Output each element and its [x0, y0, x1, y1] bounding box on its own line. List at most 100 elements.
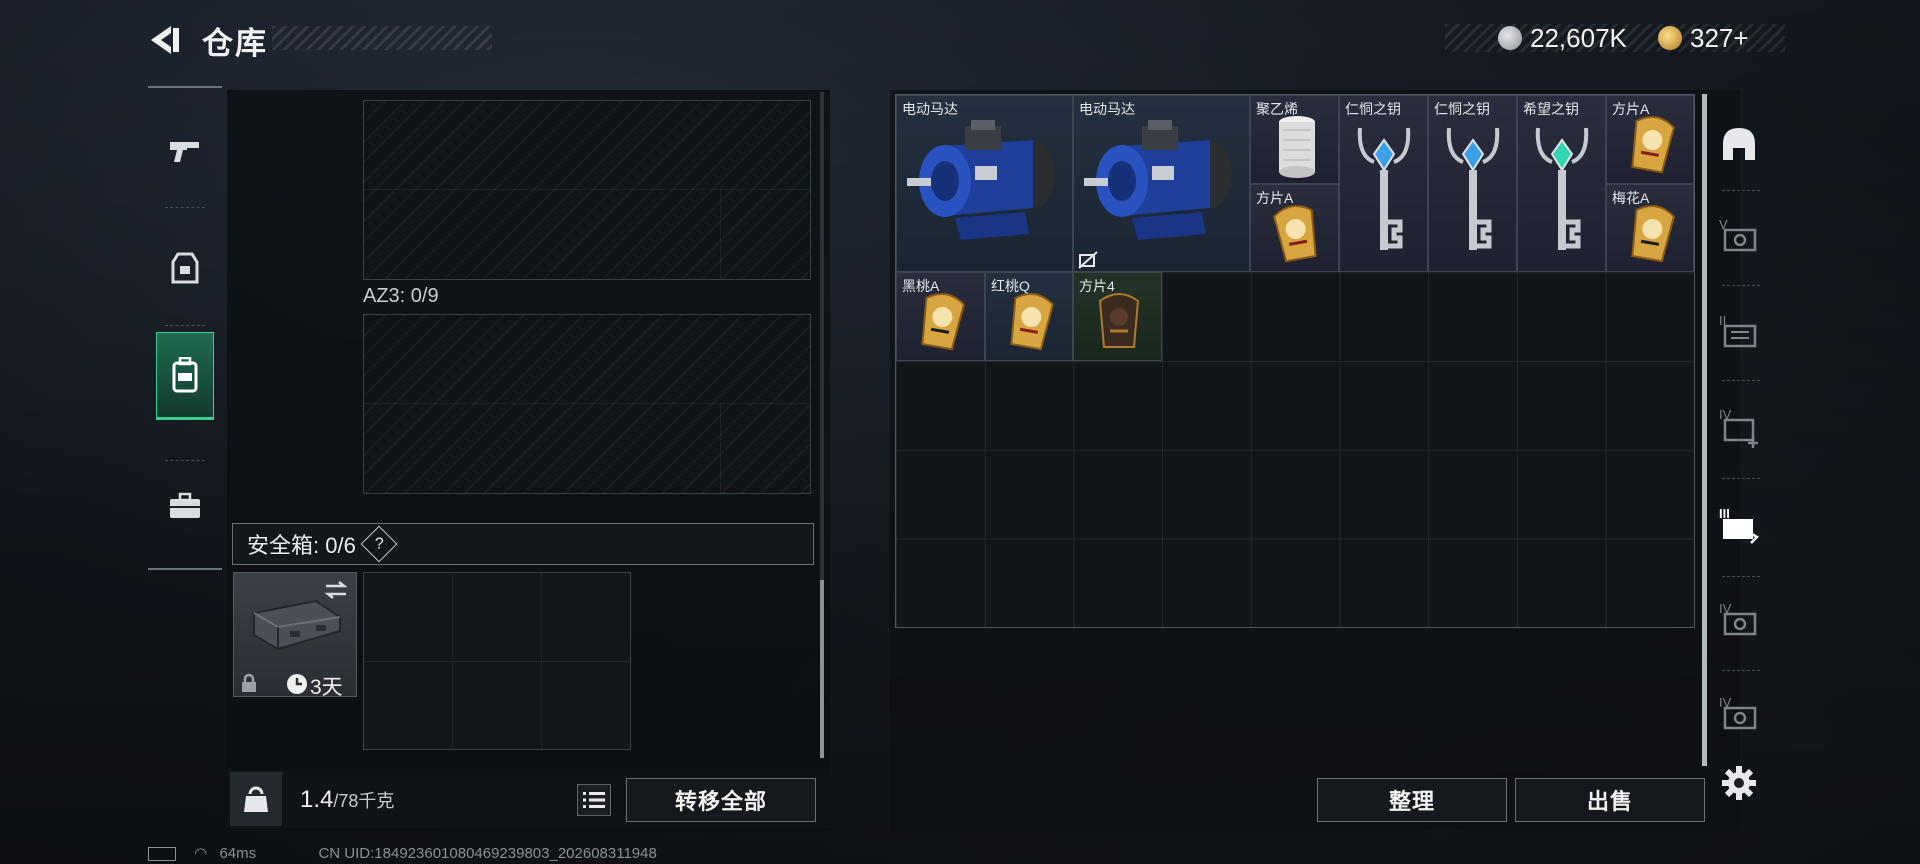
card-icon	[921, 292, 965, 351]
stash-item-polyethylene[interactable]: 聚乙烯	[1250, 95, 1339, 184]
weight-readout: 1.4/78千克	[300, 786, 394, 814]
ornate-key-icon	[1535, 127, 1589, 250]
status-bar: ◠ 64ms CN UID:18492360108046923980​3_202…	[148, 844, 657, 862]
right-scrollbar-thumb[interactable]	[1702, 94, 1707, 766]
list-icon	[583, 792, 605, 808]
ornate-key-icon	[1446, 127, 1500, 250]
card-icon	[1631, 204, 1675, 263]
stash-tab-iv[interactable]: IV	[1715, 592, 1763, 648]
rail-divider	[1722, 190, 1760, 191]
polyethylene-roll-icon	[1279, 116, 1315, 178]
tab-armor[interactable]	[156, 225, 214, 313]
stash-item-card[interactable]: 方片A	[1606, 95, 1694, 184]
list-view-button[interactable]	[577, 784, 611, 816]
stash-tab-iv-add[interactable]: IV	[1715, 400, 1763, 456]
safe-case-icon	[253, 599, 341, 651]
sort-button[interactable]: 整理	[1317, 778, 1507, 822]
electric-motor-icon	[907, 120, 1055, 240]
safe-box-grid[interactable]	[363, 572, 631, 750]
rail-divider	[1722, 576, 1760, 577]
safe-box-header: 安全箱: 0/6 ?	[232, 523, 814, 565]
card-icon	[1098, 293, 1140, 348]
card-icon	[1631, 115, 1675, 174]
stash-iv-icon: IV	[1719, 695, 1757, 730]
page-title: 仓库	[202, 26, 268, 61]
gun-icon	[170, 142, 199, 162]
item-name: 仁恫之钥	[1434, 101, 1490, 117]
container-grid-upper[interactable]	[363, 100, 811, 280]
rail-divider	[165, 325, 205, 326]
item-name: 仁恫之钥	[1345, 101, 1401, 117]
briefcase-icon	[170, 492, 200, 518]
weight-icon-box	[230, 772, 282, 826]
no-trade-icon	[1078, 251, 1098, 269]
battery-icon	[148, 847, 176, 862]
gear-icon	[1722, 766, 1756, 800]
stash-item-key[interactable]: 仁恫之钥	[1428, 95, 1517, 272]
rail-divider	[1722, 670, 1760, 671]
stash-tab-iv[interactable]: IV	[1715, 686, 1763, 742]
electric-motor-icon	[1084, 120, 1232, 240]
uid-text: CN UID:18492360108046923980​3_2026083119…	[318, 845, 657, 862]
rail-divider	[1722, 380, 1760, 381]
card-icon	[1010, 292, 1054, 351]
settings-button[interactable]	[1715, 755, 1763, 811]
stash-tab-helmet[interactable]	[1715, 116, 1763, 172]
safe-box-timer: 3天	[310, 676, 343, 699]
safe-box-label: 安全箱: 0/6	[247, 533, 356, 558]
question-mark-icon: ?	[374, 535, 384, 552]
tab-briefcase[interactable]	[156, 462, 214, 550]
rail-divider	[1722, 478, 1760, 479]
rail-divider	[1722, 285, 1760, 286]
help-button[interactable]: ?	[360, 525, 398, 563]
stash-item-card[interactable]: 梅花A	[1606, 184, 1694, 272]
container-grid-az3[interactable]	[363, 314, 811, 494]
lock-icon	[242, 673, 256, 692]
wifi-icon: ◠	[194, 845, 208, 862]
stash-iv-icon: IV	[1719, 601, 1757, 636]
stash-item-card[interactable]: 方片4	[1073, 272, 1162, 361]
clock-icon	[287, 674, 307, 694]
ping-value: 64ms	[219, 845, 257, 862]
backpack-icon	[172, 357, 198, 393]
stash-ii-icon: II	[1719, 313, 1757, 348]
az3-capacity-label: AZ3: 0/9	[363, 285, 439, 307]
stash-tab-ii[interactable]: II	[1715, 304, 1763, 360]
stash-tab-iii[interactable]: III	[1715, 497, 1763, 553]
rail-divider	[165, 460, 205, 461]
left-scrollbar-thumb[interactable]	[820, 580, 824, 758]
stash-item-key[interactable]: 希望之钥	[1517, 95, 1606, 272]
sell-button[interactable]: 出售	[1515, 778, 1705, 822]
stash-item-motor[interactable]: 电动马达	[896, 95, 1073, 272]
stash-iv-add-icon: IV	[1719, 407, 1758, 448]
gold-coin-icon	[1658, 26, 1682, 50]
stash-item-card[interactable]: 方片A	[1250, 184, 1339, 272]
tab-backpack[interactable]	[156, 332, 214, 420]
transfer-all-button[interactable]: 转移全部	[626, 778, 816, 822]
weight-max: /78千克	[333, 791, 395, 811]
silver-currency-value: 22,607K	[1530, 23, 1627, 53]
back-button[interactable]	[145, 22, 185, 58]
back-arrow-icon	[151, 26, 179, 54]
stash-tab-v[interactable]: V	[1715, 208, 1763, 264]
silver-coin-icon	[1498, 26, 1522, 50]
swap-arrows-icon[interactable]	[322, 579, 350, 601]
rail-divider	[165, 207, 205, 208]
kettlebell-icon	[244, 786, 268, 812]
stash-item-card[interactable]: 黑桃A	[896, 272, 985, 361]
stash-iii-icon: III	[1719, 506, 1760, 544]
stash-item-card[interactable]: 红桃Q	[985, 272, 1073, 361]
armor-vest-icon	[171, 252, 199, 284]
card-icon	[1273, 204, 1317, 263]
stash-tier-label: III	[1719, 506, 1730, 521]
safe-box-slot[interactable]: 3天	[233, 572, 357, 699]
helmet-icon	[1723, 128, 1755, 160]
item-name: 希望之钥	[1523, 101, 1579, 117]
weight-current: 1.4	[300, 786, 334, 813]
stash-v-icon: V	[1719, 217, 1757, 252]
tab-weapons[interactable]	[156, 107, 214, 195]
stash-item-key[interactable]: 仁恫之钥	[1339, 95, 1428, 272]
gold-currency-value[interactable]: 327+	[1690, 23, 1749, 54]
stash-item-motor[interactable]: 电动马达	[1073, 95, 1250, 272]
title-decoration	[272, 26, 492, 50]
